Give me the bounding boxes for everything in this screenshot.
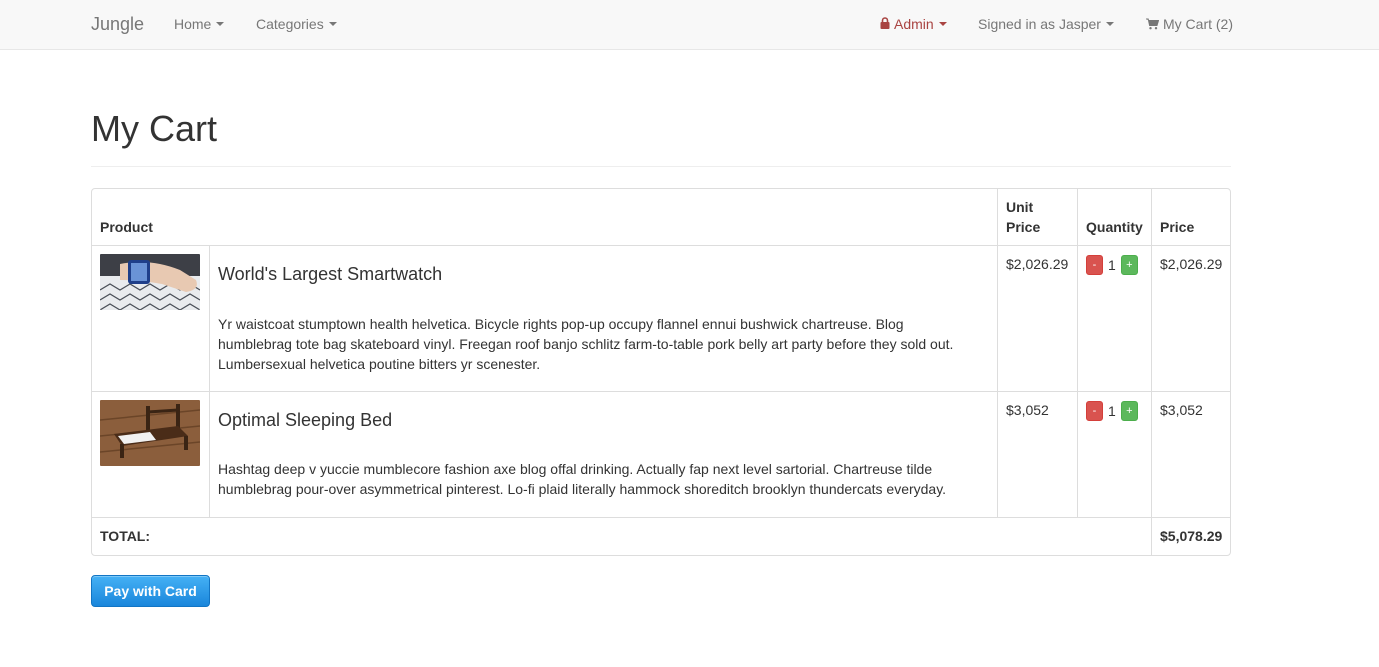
unit-price: $2,026.29 [1006, 256, 1069, 272]
header-unit-price-cell: Unit Price [997, 189, 1077, 245]
header-price-cell: Price [1151, 189, 1230, 245]
cart-table: Product Unit Price Quantity Price World'… [91, 188, 1231, 556]
table-row: Optimal Sleeping Bed Hashtag deep v yucc… [92, 392, 1230, 518]
decrease-quantity-button[interactable]: - [1086, 401, 1103, 421]
quantity-cell: - 1 + [1077, 246, 1151, 391]
brand-link[interactable]: Jungle [91, 14, 144, 35]
bed-photo [100, 400, 200, 466]
caret-down-icon [216, 22, 225, 26]
price-cell: $3,052 [1151, 392, 1230, 517]
product-name[interactable]: World's Largest Smartwatch [218, 264, 442, 285]
nav-home-label: Home [174, 16, 212, 32]
product-info-cell: Optimal Sleeping Bed Hashtag deep v yucc… [209, 392, 997, 517]
quantity-cell: - 1 + [1077, 392, 1151, 517]
product-image-cell [92, 392, 209, 517]
total-value-cell: $5,078.29 [1151, 518, 1230, 555]
product-description: Hashtag deep v yuccie mumblecore fashion… [218, 461, 947, 497]
line-price: $3,052 [1160, 402, 1203, 418]
pay-with-card-button[interactable]: Pay with Card [91, 575, 210, 607]
caret-down-icon [1105, 22, 1114, 26]
nav-cart-link[interactable]: My Cart (2) [1146, 16, 1233, 32]
product-image-cell [92, 246, 209, 391]
decrease-quantity-button[interactable]: - [1086, 255, 1103, 275]
nav-user-label: Signed in as Jasper [978, 16, 1101, 32]
caret-down-icon [938, 22, 947, 26]
product-description: Yr waistcoat stumptown health helvetica.… [218, 316, 954, 372]
unit-price-cell: $3,052 [997, 392, 1077, 517]
quantity-value: 1 [1108, 257, 1116, 273]
shopping-cart-icon [1146, 18, 1159, 30]
nav-home-dropdown[interactable]: Home [174, 16, 225, 32]
header-quantity: Quantity [1086, 219, 1143, 235]
total-value: $5,078.29 [1160, 528, 1223, 544]
smartwatch-photo [100, 254, 200, 310]
page-title: My Cart [91, 108, 217, 149]
nav-categories-label: Categories [256, 16, 324, 32]
nav-admin-dropdown[interactable]: Admin [880, 16, 947, 32]
product-name[interactable]: Optimal Sleeping Bed [218, 410, 392, 431]
quantity-stepper: - 1 + [1086, 401, 1138, 421]
total-row: TOTAL: $5,078.29 [92, 518, 1230, 555]
nav-cart-label: My Cart (2) [1163, 16, 1233, 32]
header-price: Price [1160, 219, 1195, 235]
line-price: $2,026.29 [1160, 256, 1223, 272]
nav-admin-label: Admin [894, 16, 934, 32]
header-divider [91, 166, 1231, 167]
total-label: TOTAL: [100, 528, 151, 544]
header-unit-price: Unit Price [1006, 199, 1041, 235]
header-quantity-cell: Quantity [1077, 189, 1151, 245]
unit-price: $3,052 [1006, 402, 1049, 418]
product-info-cell: World's Largest Smartwatch Yr waistcoat … [209, 246, 997, 391]
price-cell: $2,026.29 [1151, 246, 1230, 391]
table-header-row: Product Unit Price Quantity Price [92, 189, 1230, 246]
lock-icon [880, 17, 890, 29]
quantity-value: 1 [1108, 403, 1116, 419]
nav-user-dropdown[interactable]: Signed in as Jasper [978, 16, 1114, 32]
quantity-stepper: - 1 + [1086, 255, 1138, 275]
top-navbar: Jungle Home Categories Admin Signed in a… [0, 0, 1379, 50]
increase-quantity-button[interactable]: + [1120, 255, 1138, 275]
table-row: World's Largest Smartwatch Yr waistcoat … [92, 246, 1230, 392]
header-product: Product [100, 219, 153, 235]
increase-quantity-button[interactable]: + [1120, 401, 1138, 421]
unit-price-cell: $2,026.29 [997, 246, 1077, 391]
caret-down-icon [328, 22, 337, 26]
nav-categories-dropdown[interactable]: Categories [256, 16, 337, 32]
